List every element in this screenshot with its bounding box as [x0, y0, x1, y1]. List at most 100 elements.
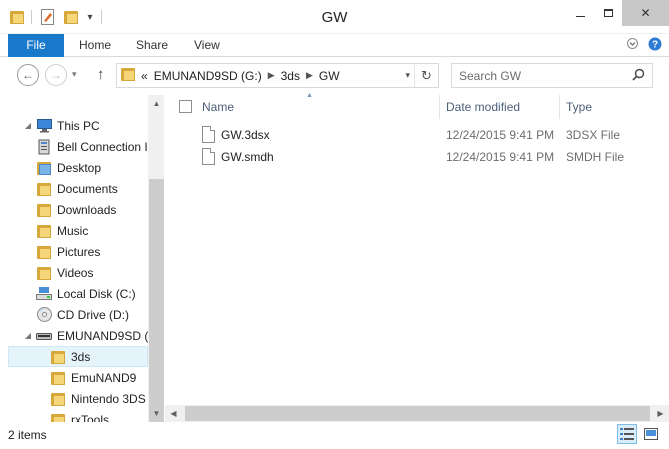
- breadcrumb-overflow[interactable]: «: [141, 69, 148, 83]
- help-icon[interactable]: ?: [648, 37, 662, 54]
- file-icon: [202, 148, 215, 165]
- file-list: ▲ Name Date modified Type GW.3dsx 12/24/…: [165, 92, 669, 422]
- nav-item-3ds[interactable]: 3ds: [8, 346, 148, 367]
- scroll-up-icon[interactable]: ▲: [148, 95, 164, 112]
- address-history-icon[interactable]: ▾: [405, 70, 410, 81]
- column-divider[interactable]: [559, 95, 560, 119]
- nav-label: EMUNAND9SD (G: [57, 328, 158, 343]
- nav-label: Videos: [57, 265, 94, 280]
- tab-file[interactable]: File: [8, 34, 64, 57]
- scroll-right-icon[interactable]: ▶: [652, 405, 669, 422]
- file-date: 12/24/2015 9:41 PM: [446, 128, 555, 142]
- nav-item-desktop[interactable]: Desktop: [36, 157, 164, 178]
- tab-view[interactable]: View: [179, 34, 235, 57]
- close-button[interactable]: ✕: [622, 0, 669, 26]
- column-header-type[interactable]: Type: [566, 95, 666, 119]
- nav-item-local-disk[interactable]: Local Disk (C:): [36, 283, 164, 304]
- file-name: GW.3dsx: [221, 128, 270, 142]
- expand-ribbon-icon[interactable]: [627, 38, 638, 52]
- folder-icon: [36, 223, 52, 239]
- nav-label: Desktop: [57, 160, 102, 175]
- nav-label: 3ds: [71, 349, 91, 364]
- nav-item-downloads[interactable]: Downloads: [36, 199, 164, 220]
- column-header-date[interactable]: Date modified: [446, 95, 559, 119]
- nav-scrollbar[interactable]: ▲ ▼: [148, 95, 164, 422]
- search-placeholder: Search GW: [459, 68, 522, 83]
- recent-locations-icon[interactable]: ▾: [72, 69, 77, 80]
- modem-icon: [36, 139, 52, 155]
- breadcrumb-drive[interactable]: EMUNAND9SD (G:): [154, 69, 262, 83]
- tab-home[interactable]: Home: [64, 34, 126, 57]
- horizontal-scrollbar[interactable]: ◀ ▶: [165, 405, 669, 422]
- large-icons-view-button[interactable]: [641, 424, 661, 444]
- folder-icon: [36, 244, 52, 260]
- arrow-right-icon: →: [50, 68, 62, 82]
- maximize-button[interactable]: [594, 0, 622, 26]
- back-button[interactable]: ←: [17, 64, 39, 86]
- collapse-icon[interactable]: ◢: [22, 331, 34, 340]
- search-input[interactable]: Search GW: [451, 63, 653, 88]
- refresh-button[interactable]: ↻: [414, 64, 438, 87]
- nav-label: CD Drive (D:): [57, 307, 129, 322]
- up-button[interactable]: ↑: [97, 66, 105, 83]
- nav-item-nintendo-3ds[interactable]: Nintendo 3DS: [50, 388, 164, 409]
- forward-button[interactable]: →: [45, 64, 67, 86]
- large-icons-view-icon: [644, 428, 658, 440]
- folder-icon: [121, 67, 135, 84]
- chevron-right-icon[interactable]: ▶: [306, 70, 313, 81]
- folder-icon: [36, 160, 52, 176]
- file-date: 12/24/2015 9:41 PM: [446, 150, 555, 164]
- file-type: 3DSX File: [566, 128, 621, 142]
- nav-item-music[interactable]: Music: [36, 220, 164, 241]
- address-bar[interactable]: « EMUNAND9SD (G:) ▶ 3ds ▶ GW ▾ ↻: [116, 63, 439, 88]
- folder-icon: [50, 349, 66, 365]
- search-icon[interactable]: [632, 68, 645, 84]
- nav-item-emunand9[interactable]: EmuNAND9: [50, 367, 164, 388]
- folder-icon: [50, 370, 66, 386]
- scroll-left-icon[interactable]: ◀: [165, 405, 182, 422]
- cd-icon: [36, 307, 52, 323]
- nav-label: Documents: [57, 181, 118, 196]
- scroll-down-icon[interactable]: ▼: [148, 405, 164, 422]
- details-view-icon: [620, 428, 634, 440]
- nav-label: Bell Connection I: [57, 139, 148, 154]
- nav-item-cd-drive[interactable]: CD Drive (D:): [36, 304, 164, 325]
- nav-item-pictures[interactable]: Pictures: [36, 241, 164, 262]
- nav-item-videos[interactable]: Videos: [36, 262, 164, 283]
- folder-icon: [50, 391, 66, 407]
- nav-item-emunand9sd[interactable]: ◢ EMUNAND9SD (G: [22, 325, 164, 346]
- nav-label: Music: [57, 223, 89, 238]
- nav-item-rxtools[interactable]: rxTools: [50, 409, 164, 422]
- breadcrumb-gw[interactable]: GW: [319, 69, 340, 83]
- nav-item-documents[interactable]: Documents: [36, 178, 164, 199]
- arrow-up-icon: ↑: [97, 66, 105, 83]
- close-icon: ✕: [640, 6, 651, 20]
- nav-item-this-pc[interactable]: ◢ This PC: [22, 115, 164, 136]
- scrollbar-thumb[interactable]: [185, 406, 650, 421]
- arrow-left-icon: ←: [22, 68, 34, 82]
- file-name: GW.smdh: [221, 150, 274, 164]
- drive-icon: [36, 286, 52, 302]
- details-view-button[interactable]: [617, 424, 637, 444]
- nav-label: Pictures: [57, 244, 101, 259]
- column-header-name[interactable]: Name: [202, 95, 438, 119]
- maximize-icon: [603, 9, 613, 17]
- nav-item-bell-connection[interactable]: Bell Connection I: [36, 136, 164, 157]
- collapse-icon[interactable]: ◢: [22, 121, 34, 130]
- column-label: Name: [202, 100, 235, 114]
- file-row[interactable]: GW.3dsx 12/24/2015 9:41 PM 3DSX File: [165, 124, 669, 146]
- item-count: 2 items: [8, 428, 47, 442]
- file-row[interactable]: GW.smdh 12/24/2015 9:41 PM SMDH File: [165, 146, 669, 168]
- nav-label: This PC: [57, 118, 100, 133]
- column-label: Type: [566, 100, 593, 114]
- select-all-checkbox[interactable]: [179, 100, 192, 113]
- chevron-right-icon[interactable]: ▶: [268, 70, 275, 81]
- scrollbar-thumb[interactable]: [149, 179, 164, 422]
- minimize-button[interactable]: [566, 0, 594, 26]
- folder-icon: [36, 265, 52, 281]
- file-icon: [202, 126, 215, 143]
- tab-share[interactable]: Share: [121, 34, 183, 57]
- column-divider[interactable]: [439, 95, 440, 119]
- address-toolbar: ← → ▾ ↑ « EMUNAND9SD (G:) ▶ 3ds ▶ GW ▾ ↻…: [0, 57, 669, 95]
- breadcrumb-3ds[interactable]: 3ds: [281, 69, 300, 83]
